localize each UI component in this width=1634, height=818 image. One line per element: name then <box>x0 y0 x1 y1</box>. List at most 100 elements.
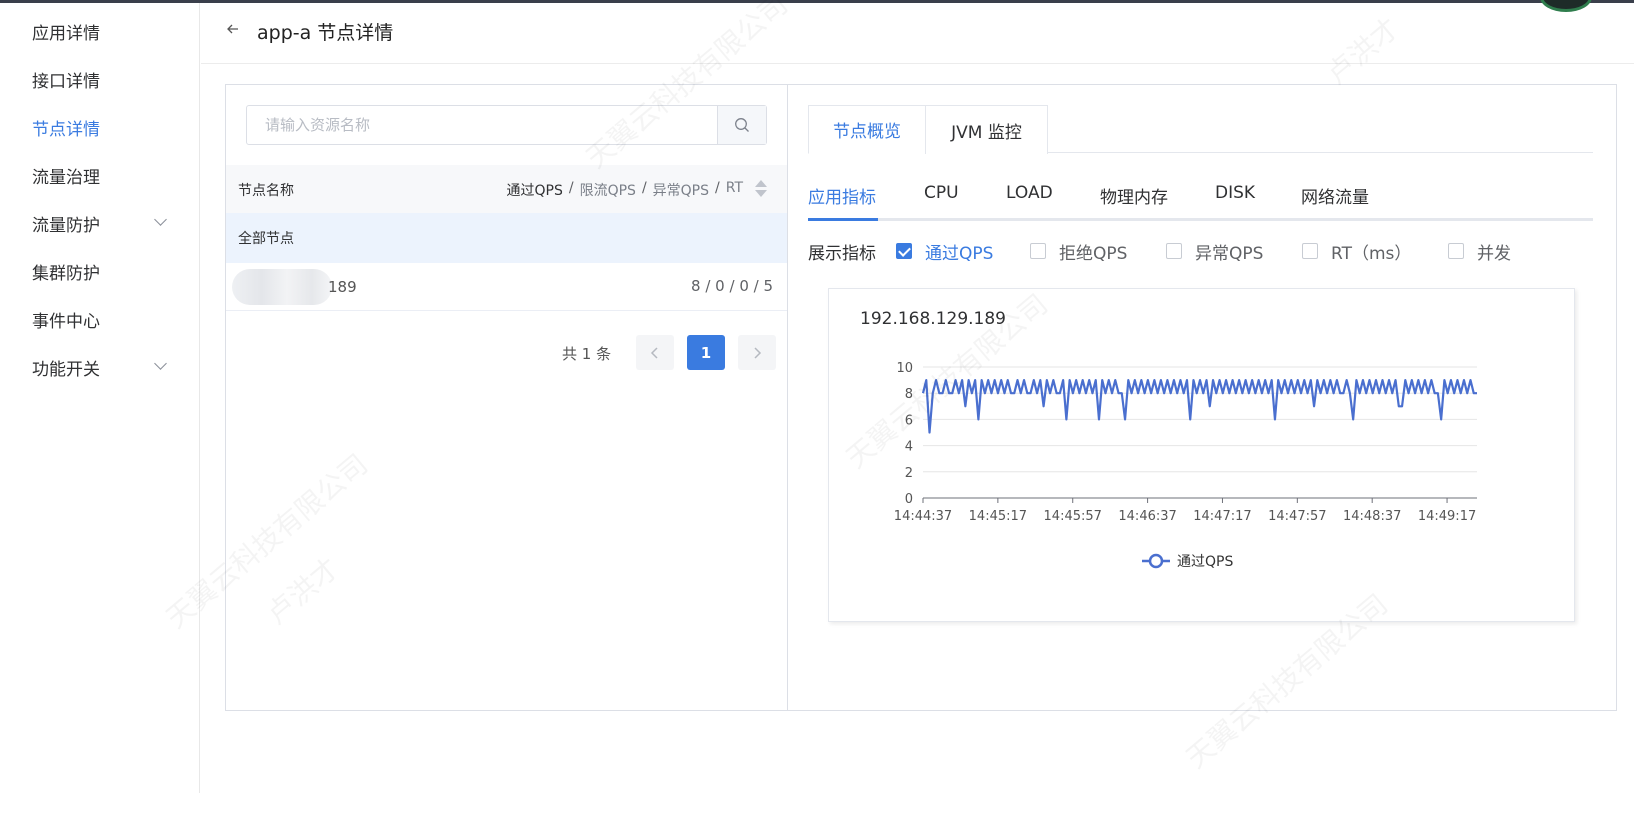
y-tick-label: 8 <box>905 387 913 402</box>
legend-marker <box>1148 553 1164 569</box>
node-detail-panel: 节点概览 JVM 监控 应用指标 CPU LOAD 物理内存 DISK 网络流量… <box>788 85 1616 710</box>
y-tick-label: 10 <box>896 361 913 376</box>
sub-tab-cpu[interactable]: CPU <box>924 179 959 218</box>
column-header-rt: RT <box>725 180 743 196</box>
search-input[interactable] <box>247 106 717 144</box>
sidebar-item-label: 应用详情 <box>32 23 100 44</box>
table-header: 节点名称 通过QPS / 限流QPS / 异常QPS / RT <box>226 165 787 213</box>
next-page-button[interactable] <box>738 335 776 370</box>
x-tick-label: 14:46:37 <box>1118 509 1176 524</box>
sidebar-item-app-details[interactable]: 应用详情 <box>32 17 172 45</box>
column-header-metrics[interactable]: 通过QPS / 限流QPS / 异常QPS / RT <box>507 180 744 200</box>
column-header-pass-qps: 通过QPS <box>506 183 563 199</box>
chevron-left-icon <box>650 346 658 359</box>
x-tick-label: 14:47:57 <box>1268 509 1326 524</box>
all-nodes-label: 全部节点 <box>238 231 294 247</box>
separator: / <box>715 180 720 196</box>
sidebar-item-event-center[interactable]: 事件中心 <box>32 305 172 333</box>
checkbox-reject-qps[interactable]: 拒绝QPS <box>1030 239 1128 264</box>
prev-page-button[interactable] <box>636 335 674 370</box>
sidebar-item-label: 接口详情 <box>32 71 100 92</box>
main-content: 节点名称 通过QPS / 限流QPS / 异常QPS / RT 全部节点 189… <box>225 84 1617 711</box>
search-icon <box>735 118 749 132</box>
sidebar-item-label: 集群防护 <box>32 263 100 284</box>
checkbox-label: 并发 <box>1477 243 1511 264</box>
checkbox-label: 通过QPS <box>925 243 994 264</box>
pagination: 共 1 条 1 <box>226 335 787 371</box>
sidebar: 应用详情 接口详情 节点详情 流量治理 流量防护 集群防护 事件中心 功能开关 <box>0 3 200 793</box>
node-list-panel: 节点名称 通过QPS / 限流QPS / 异常QPS / RT 全部节点 189… <box>226 85 788 710</box>
sort-icon[interactable] <box>755 179 767 199</box>
x-tick-label: 14:45:57 <box>1044 509 1102 524</box>
sidebar-item-api-details[interactable]: 接口详情 <box>32 65 172 93</box>
sub-tab-load[interactable]: LOAD <box>1006 179 1053 218</box>
sidebar-item-feature-switch[interactable]: 功能开关 <box>32 353 172 381</box>
node-metrics: 8 / 0 / 0 / 5 <box>691 277 773 295</box>
checkbox-unchecked-icon <box>1166 243 1182 259</box>
checkbox-concurrency[interactable]: 并发 <box>1448 239 1511 264</box>
y-tick-label: 6 <box>905 413 913 428</box>
masked-ip <box>232 269 332 305</box>
pagination-total: 共 1 条 <box>562 345 612 363</box>
table-row[interactable]: 189 8 / 0 / 0 / 5 <box>226 263 787 311</box>
x-tick-label: 14:49:17 <box>1418 509 1476 524</box>
metric-selector: 展示指标 通过QPS 拒绝QPS 异常QPS RT（ms） 并发 <box>808 235 1593 265</box>
sidebar-item-label: 功能开关 <box>32 359 100 380</box>
chevron-down-icon <box>154 357 167 370</box>
search-button[interactable] <box>717 106 766 144</box>
page-number-button[interactable]: 1 <box>687 335 725 370</box>
checkbox-rt[interactable]: RT（ms） <box>1302 239 1412 264</box>
checkbox-unchecked-icon <box>1448 243 1464 259</box>
active-tab-indicator <box>808 218 878 221</box>
sidebar-item-cluster-protection[interactable]: 集群防护 <box>32 257 172 285</box>
checkbox-label: RT（ms） <box>1331 243 1412 264</box>
sidebar-item-label: 流量治理 <box>32 167 100 188</box>
sidebar-item-traffic-governance[interactable]: 流量治理 <box>32 161 172 189</box>
sub-tab-app-metrics[interactable]: 应用指标 <box>808 179 876 218</box>
sidebar-item-label: 节点详情 <box>32 119 100 140</box>
checkbox-label: 异常QPS <box>1195 243 1264 264</box>
page-header: app-a 节点详情 <box>201 3 1634 64</box>
tab-jvm-monitor[interactable]: JVM 监控 <box>925 105 1048 154</box>
x-tick-label: 14:45:17 <box>969 509 1027 524</box>
x-tick-label: 14:47:17 <box>1193 509 1251 524</box>
y-tick-label: 4 <box>905 440 913 455</box>
chevron-right-icon <box>754 346 762 359</box>
checkbox-pass-qps[interactable]: 通过QPS <box>896 239 994 264</box>
separator: / <box>568 180 574 196</box>
detail-tabs: 节点概览 JVM 监控 <box>808 105 1593 154</box>
sidebar-item-node-details[interactable]: 节点详情 <box>32 113 172 141</box>
metric-sub-tabs: 应用指标 CPU LOAD 物理内存 DISK 网络流量 <box>808 179 1593 221</box>
series-line-pass-qps <box>921 378 1477 434</box>
sidebar-item-traffic-protection[interactable]: 流量防护 <box>32 209 172 237</box>
y-tick-label: 0 <box>905 492 913 507</box>
page-title: app-a 节点详情 <box>257 22 394 44</box>
checkbox-exception-qps[interactable]: 异常QPS <box>1166 239 1264 264</box>
column-header-name: 节点名称 <box>238 183 294 199</box>
tab-node-overview[interactable]: 节点概览 <box>808 105 926 154</box>
column-header-block-qps: 限流QPS <box>579 183 636 199</box>
sidebar-item-label: 流量防护 <box>32 215 100 236</box>
checkbox-label: 拒绝QPS <box>1059 243 1128 264</box>
x-tick-label: 14:48:37 <box>1343 509 1401 524</box>
x-tick-label: 14:44:37 <box>894 509 952 524</box>
column-header-exception-qps: 异常QPS <box>652 183 710 199</box>
y-tick-label: 2 <box>905 466 913 481</box>
sub-tab-physical-memory[interactable]: 物理内存 <box>1100 179 1168 218</box>
sub-tab-network-traffic[interactable]: 网络流量 <box>1301 179 1369 218</box>
separator: / <box>641 180 647 196</box>
chevron-down-icon <box>154 213 167 226</box>
row-all-nodes[interactable]: 全部节点 <box>226 213 787 263</box>
sub-tab-disk[interactable]: DISK <box>1215 179 1255 218</box>
checkbox-unchecked-icon <box>1302 243 1318 259</box>
sidebar-item-label: 事件中心 <box>32 311 100 332</box>
checkbox-checked-icon <box>896 243 912 259</box>
qps-line-chart: 0 2 4 6 8 10 14:44:37 14:45:17 14:45:57 14:46:37 1… <box>894 361 1477 570</box>
metrics-label: 展示指标 <box>808 244 876 264</box>
arrow-left-icon[interactable] <box>223 21 243 41</box>
qps-chart-card: 192.168.129.189 0 2 4 6 8 10 14:44:37 14:45:17 1… <box>828 288 1575 622</box>
node-name-suffix: 189 <box>328 278 357 296</box>
checkbox-unchecked-icon <box>1030 243 1046 259</box>
legend-label: 通过QPS <box>1177 554 1233 570</box>
search-box <box>246 105 767 145</box>
